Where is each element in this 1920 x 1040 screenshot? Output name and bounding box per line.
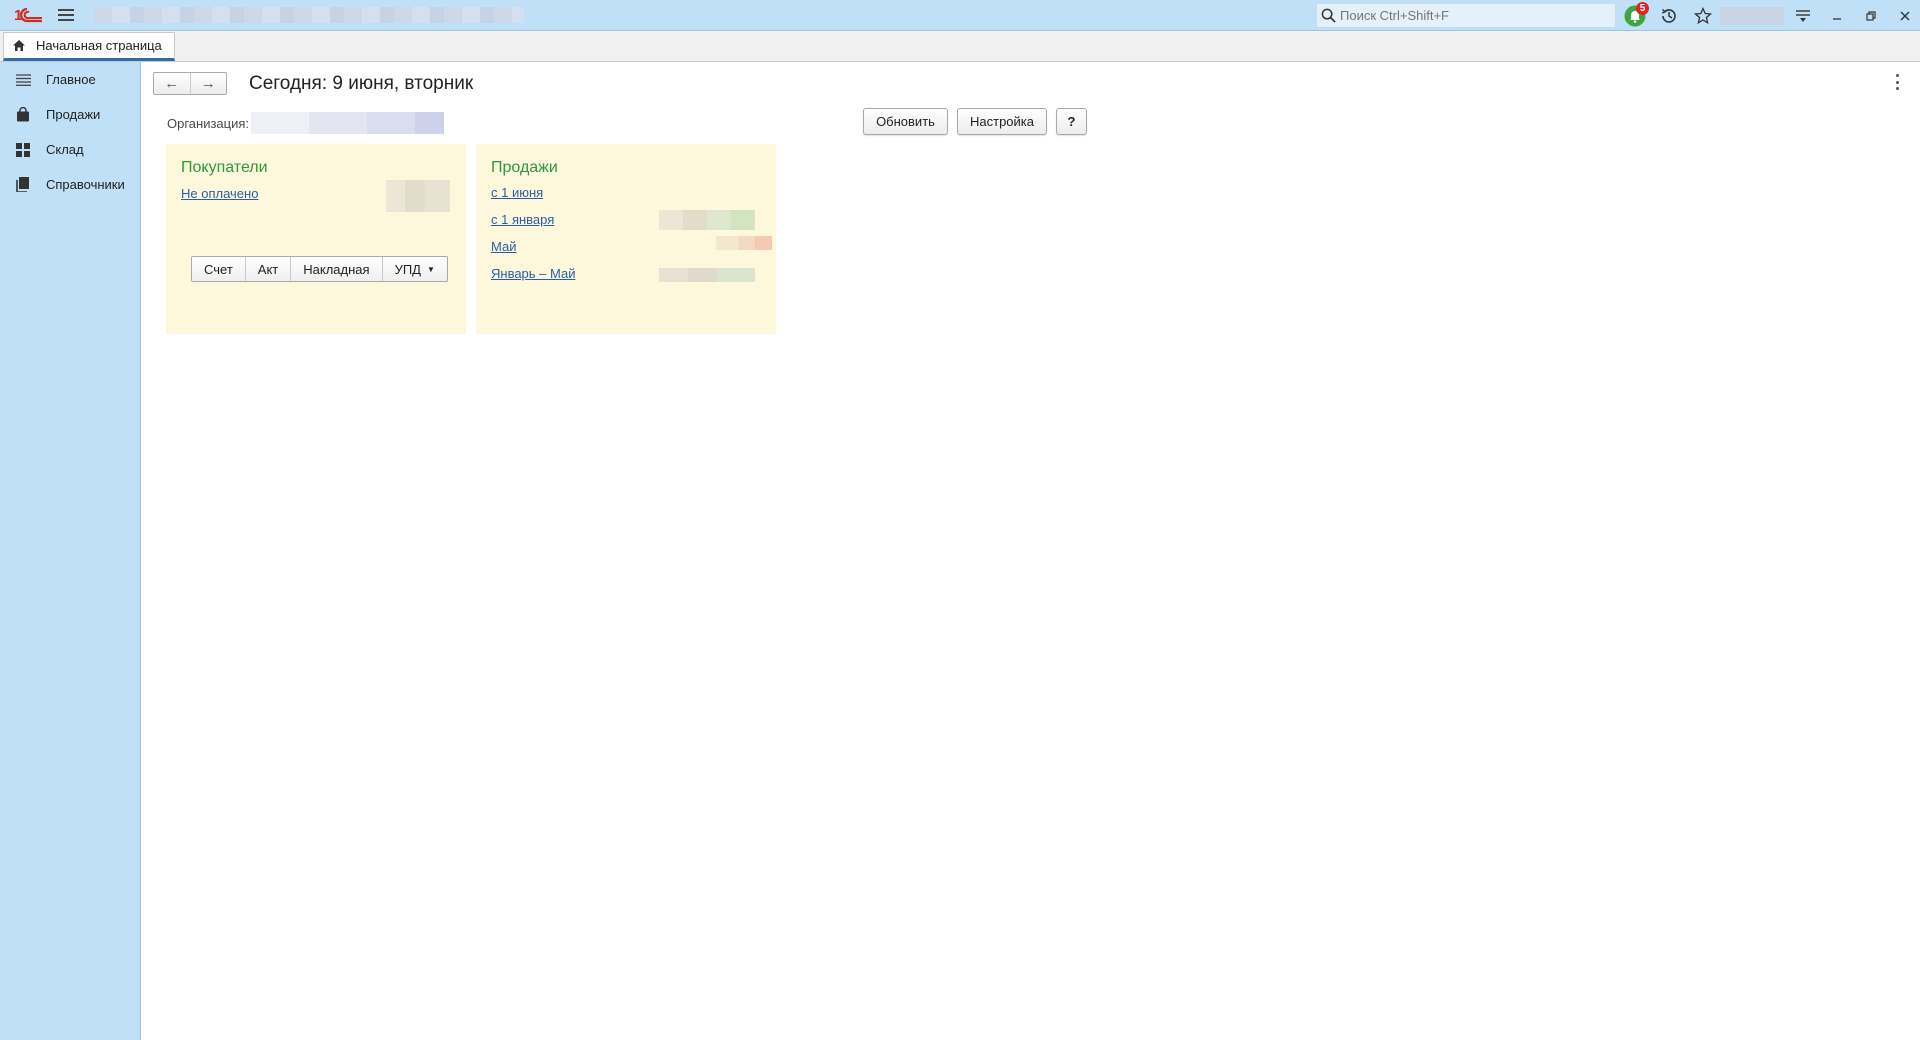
act-button[interactable]: Акт bbox=[244, 257, 290, 281]
restore-button[interactable] bbox=[1861, 6, 1881, 26]
favorites-button[interactable] bbox=[1692, 5, 1714, 27]
create-document-buttons: Счет Акт Накладная УПД ▼ bbox=[191, 256, 448, 282]
organization-row: Организация: bbox=[167, 112, 445, 134]
shopping-bag-icon bbox=[15, 107, 31, 123]
organization-field-redacted[interactable] bbox=[251, 112, 445, 134]
star-icon bbox=[1694, 7, 1712, 25]
buyers-panel: Покупатели Не оплачено Счет Акт Накладна… bbox=[166, 144, 466, 334]
restore-icon bbox=[1866, 11, 1876, 21]
user-name-redacted[interactable] bbox=[1720, 7, 1784, 25]
search-box[interactable] bbox=[1316, 3, 1616, 28]
sidebar-item-label: Продажи bbox=[46, 107, 101, 122]
sidebar-item-main[interactable]: Главное bbox=[0, 62, 140, 97]
hamburger-list-icon bbox=[15, 72, 31, 88]
title-bar: 1 5 bbox=[0, 0, 1920, 31]
tab-home-label: Начальная страница bbox=[36, 38, 162, 53]
upd-button-label: УПД bbox=[394, 261, 421, 277]
sidebar: Главное Продажи Склад Справочники bbox=[0, 62, 141, 1040]
tab-home[interactable]: Начальная страница bbox=[3, 32, 175, 61]
upd-button[interactable]: УПД ▼ bbox=[381, 257, 447, 281]
settings-menu-button[interactable] bbox=[1793, 6, 1813, 26]
settings-button[interactable]: Настройка bbox=[957, 108, 1047, 135]
sales-panel: Продажи с 1 июня с 1 января Май Январь –… bbox=[476, 144, 776, 334]
waybill-button[interactable]: Накладная bbox=[290, 257, 381, 281]
notifications-button[interactable]: 5 bbox=[1624, 2, 1649, 27]
sales-link-jan-may[interactable]: Январь – Май bbox=[491, 266, 575, 281]
sidebar-item-warehouse[interactable]: Склад bbox=[0, 132, 140, 167]
arrow-left-icon: ← bbox=[164, 75, 180, 92]
more-actions-icon[interactable] bbox=[1896, 74, 1900, 90]
minimize-button[interactable] bbox=[1827, 6, 1847, 26]
app-title-redacted bbox=[94, 7, 524, 23]
tab-strip: Начальная страница bbox=[0, 31, 1920, 62]
notification-badge: 5 bbox=[1636, 2, 1649, 15]
main-menu-icon[interactable] bbox=[58, 9, 74, 21]
history-icon bbox=[1661, 8, 1676, 23]
sales-value-redacted bbox=[659, 268, 755, 282]
back-button[interactable]: ← bbox=[154, 73, 190, 94]
sidebar-item-label: Справочники bbox=[46, 177, 125, 192]
sidebar-item-sales[interactable]: Продажи bbox=[0, 97, 140, 132]
arrow-right-icon: → bbox=[200, 75, 216, 92]
organization-label: Организация: bbox=[167, 115, 250, 131]
sales-link-since-january[interactable]: с 1 января bbox=[491, 212, 554, 227]
history-button[interactable] bbox=[1658, 5, 1680, 27]
buyers-panel-title: Покупатели bbox=[181, 159, 268, 176]
minimize-icon bbox=[1833, 18, 1841, 20]
sales-value-redacted bbox=[716, 236, 772, 250]
filter-menu-icon bbox=[1796, 10, 1810, 22]
sales-link-since-june[interactable]: с 1 июня bbox=[491, 185, 543, 200]
close-icon bbox=[1900, 11, 1910, 21]
sidebar-item-references[interactable]: Справочники bbox=[0, 167, 140, 202]
refresh-button[interactable]: Обновить bbox=[863, 108, 948, 135]
close-button[interactable] bbox=[1895, 6, 1915, 26]
dropdown-arrow-icon: ▼ bbox=[426, 264, 435, 274]
1c-logo-icon[interactable]: 1 bbox=[14, 7, 44, 23]
history-navigation: ← → bbox=[153, 72, 227, 95]
sidebar-item-label: Склад bbox=[46, 142, 84, 157]
sales-panel-title: Продажи bbox=[491, 159, 558, 176]
invoice-button[interactable]: Счет bbox=[192, 257, 245, 281]
forward-button[interactable]: → bbox=[189, 73, 227, 94]
search-icon bbox=[1321, 8, 1336, 23]
page-title: Сегодня: 9 июня, вторник bbox=[249, 73, 474, 94]
search-input[interactable] bbox=[1340, 8, 1610, 23]
sales-link-may[interactable]: Май bbox=[491, 239, 516, 254]
unpaid-amount-redacted bbox=[386, 180, 450, 212]
home-icon bbox=[13, 40, 25, 51]
warehouse-grid-icon bbox=[15, 142, 31, 158]
books-icon bbox=[15, 177, 31, 193]
main-content: ← → Сегодня: 9 июня, вторник Организация… bbox=[142, 62, 1920, 1040]
help-button[interactable]: ? bbox=[1056, 108, 1087, 135]
sales-value-redacted bbox=[659, 210, 755, 230]
unpaid-link[interactable]: Не оплачено bbox=[181, 186, 258, 201]
sidebar-item-label: Главное bbox=[46, 72, 96, 87]
